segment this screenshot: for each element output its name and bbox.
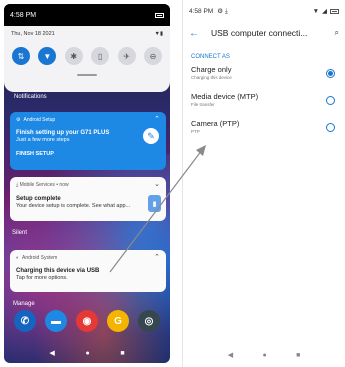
mobile-title: Setup complete [16, 196, 61, 202]
page-title: USB computer connecti... [211, 28, 308, 38]
google-app-icon[interactable]: G [107, 310, 129, 332]
usb-option-2[interactable]: Camera (PTP) PTP [183, 114, 345, 141]
android-system-icon: ◐ [16, 255, 20, 261]
navigation-bar: ◀ ● ■ [183, 347, 345, 363]
usb-mode-options: Charge only Charging this device Media dev… [183, 60, 345, 141]
status-bar: 4:58 PM [4, 4, 170, 26]
search-icon[interactable]: ⌕ [335, 28, 339, 38]
dnd-tile[interactable]: ⊖ [143, 47, 162, 65]
option-subtitle: Charging this device [191, 75, 232, 80]
system-app-name: Android System [22, 255, 58, 261]
back-button[interactable]: ◀ [228, 351, 233, 359]
option-subtitle: File transfer [191, 102, 215, 107]
battery-icon [155, 12, 164, 18]
radio-button[interactable] [326, 69, 335, 78]
radio-button[interactable] [326, 96, 335, 105]
status-time: 4:58 PM [189, 7, 214, 15]
app-bar: ← USB computer connecti... ⌕ [183, 22, 345, 44]
chrome-app-icon[interactable]: ◉ [76, 310, 98, 332]
setup-title: Finish setting up your G71 PLUS [16, 130, 110, 136]
chevron-up-icon[interactable]: ⌃ [154, 115, 160, 123]
chevron-up-icon[interactable]: ⌃ [154, 253, 160, 261]
status-bar: 4:58 PM ⚙ ⤓ ▼ ◢ [183, 0, 345, 22]
status-time: 4:58 PM [10, 11, 37, 19]
bluetooth-tile[interactable]: ✱ [64, 47, 83, 65]
silent-section-label: Silent [12, 230, 28, 236]
mobile-app-name: Mobile Services • now [19, 182, 69, 188]
status-extra-icons: ⚙ ⤓ [217, 7, 228, 15]
signal-icon: ▼▮ [154, 31, 163, 37]
option-title: Charge only [191, 65, 232, 74]
usb-option-1[interactable]: Media device (MTP) File transfer [183, 87, 345, 114]
recents-button[interactable]: ■ [296, 352, 300, 359]
airplane-tile[interactable]: ✈ [117, 47, 136, 65]
back-button[interactable]: ◀ [49, 349, 54, 357]
phone-icon: ▮ [148, 195, 161, 212]
usb-charging-notification[interactable]: ◐ Android System ⌃ Charging this device v… [10, 250, 166, 292]
gear-icon: ⚙ [16, 117, 21, 123]
signal-icon: ◢ [322, 8, 327, 15]
android-setup-notification[interactable]: ⚙ Android Setup ⌃ Finish setting up your … [10, 112, 166, 170]
notification-shade-screen: 4:58 PM Thu, Nov 18 2021 ▼▮ ⇅ ▼ ✱ ▯ ✈ ⊖ Notif… [4, 4, 170, 363]
option-subtitle: PTP [191, 129, 200, 134]
recents-button[interactable]: ■ [120, 350, 124, 357]
usb-option-0[interactable]: Charge only Charging this device [183, 60, 345, 87]
notifications-header: Notifications [14, 94, 47, 100]
data-tile[interactable]: ⇅ [12, 47, 30, 65]
battery-icon [330, 8, 339, 14]
chevron-down-icon[interactable]: ⌄ [154, 180, 160, 188]
flashlight-tile[interactable]: ▯ [91, 47, 110, 65]
camera-app-icon[interactable]: ◎ [138, 310, 160, 332]
home-button[interactable]: ● [262, 352, 266, 359]
messages-app-icon[interactable]: ▬ [45, 310, 67, 332]
quick-settings-handle[interactable] [77, 74, 97, 76]
back-arrow-icon[interactable]: ← [189, 28, 199, 39]
quick-settings-panel: Thu, Nov 18 2021 ▼▮ ⇅ ▼ ✱ ▯ ✈ ⊖ [4, 26, 170, 92]
mobile-subtitle: Your device setup is complete. See what … [16, 203, 131, 209]
option-title: Camera (PTP) [191, 119, 240, 128]
usb-notification-title: Charging this device via USB [16, 268, 100, 274]
setup-subtitle: Just a few more steps [16, 137, 70, 143]
navigation-bar: ◀ ● ■ [4, 343, 170, 363]
wifi-icon: ▼ [312, 7, 319, 15]
quick-settings-tiles: ⇅ ▼ ✱ ▯ ✈ ⊖ [4, 37, 170, 65]
phone-app-icon[interactable]: ✆ [14, 310, 36, 332]
home-button[interactable]: ● [85, 350, 89, 357]
option-title: Media device (MTP) [191, 92, 259, 101]
wifi-tile[interactable]: ▼ [38, 47, 57, 65]
wrench-icon: ✎ [143, 128, 159, 144]
usb-notification-subtitle: Tap for more options. [16, 275, 68, 281]
usb-settings-screen: 4:58 PM ⚙ ⤓ ▼ ◢ ← USB computer connecti.… [182, 0, 345, 367]
finish-setup-button[interactable]: FINISH SETUP [16, 151, 160, 157]
mobile-services-notification[interactable]: ⤓ Mobile Services • now ⌄ Setup complete… [10, 177, 166, 221]
radio-button[interactable] [326, 123, 335, 132]
app-dock: ✆ ▬ ◉ G ◎ [14, 310, 160, 332]
setup-app-name: Android Setup [23, 117, 56, 123]
manage-button[interactable]: Manage [13, 301, 35, 307]
date-label: Thu, Nov 18 2021 [11, 31, 55, 37]
